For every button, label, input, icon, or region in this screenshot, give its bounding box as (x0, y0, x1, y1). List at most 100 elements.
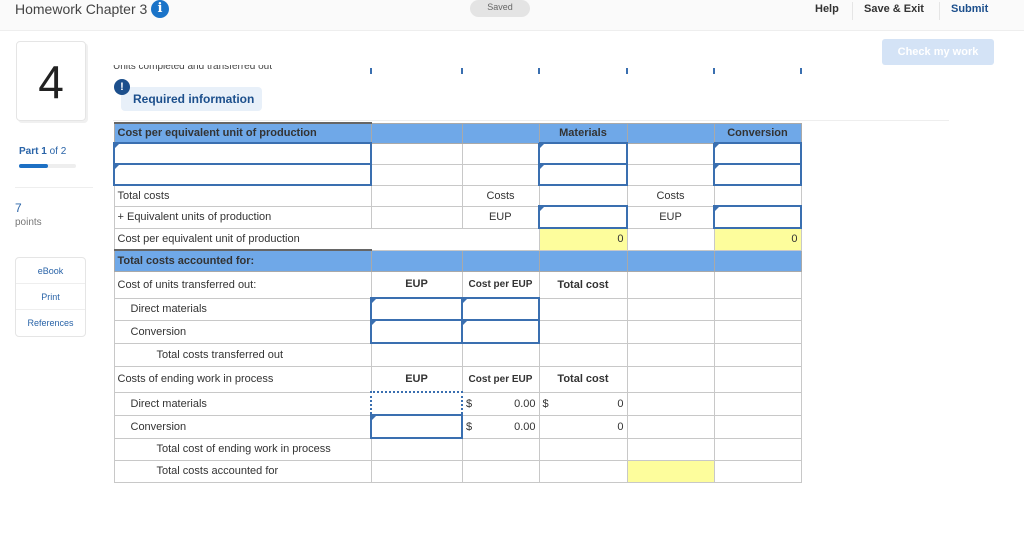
table-cell (713, 437, 802, 461)
table-cell: Cost per equivalent unit of production (113, 227, 540, 251)
table-cell (713, 184, 802, 207)
answer-input[interactable] (713, 142, 802, 165)
table-cell (461, 249, 540, 272)
table-cell (626, 342, 715, 367)
table-cell (713, 365, 802, 393)
table-cell (626, 319, 715, 344)
part-of: of 2 (49, 146, 67, 157)
table-row: + Equivalent units of production EUP EUP (113, 205, 802, 229)
table-cell (370, 122, 463, 144)
resources-menu: eBook Print References (15, 257, 86, 337)
help-button[interactable]: Help (815, 3, 839, 15)
points-label: points (15, 217, 42, 228)
cell-text: Conversion (727, 126, 788, 139)
cell-text: 0 (617, 397, 624, 410)
table-cell (538, 184, 628, 207)
table-row: Total costs transferred out (113, 342, 802, 367)
part-indicator: Part 1 of 2 (19, 146, 66, 157)
table-cell (370, 163, 463, 186)
cell-text: EUP (405, 372, 428, 385)
table-row: Costs of ending work in process EUP Cost p… (113, 365, 802, 393)
table-cell (538, 459, 628, 483)
table-cell: 0 (538, 414, 628, 439)
table-cell: EUP (370, 365, 463, 393)
required-information-button[interactable]: Required information (121, 87, 262, 111)
table-cell: $0 (538, 391, 628, 416)
table-cell (626, 227, 715, 251)
table-cell (626, 270, 715, 299)
table-cell: Total costs accounted for: (113, 249, 372, 272)
table-cell: Total costs (113, 184, 372, 207)
table-header-row: Total costs accounted for: (113, 249, 802, 272)
references-link[interactable]: References (16, 310, 85, 336)
table-cell: EUP (370, 270, 463, 299)
cell-text: EUP (488, 211, 512, 223)
table-row (113, 163, 802, 186)
answer-input[interactable] (370, 319, 463, 344)
table-cell (370, 342, 463, 367)
cell-text: Total cost (557, 373, 609, 385)
table-cell (626, 249, 715, 272)
table-cell: Total costs accounted for (113, 459, 372, 483)
cell-text: Cost of units transferred out: (117, 278, 257, 291)
computed-cell: 0 (538, 227, 628, 251)
currency-symbol: $ (466, 397, 473, 410)
answer-input[interactable] (538, 205, 628, 229)
cell-text: Total costs (117, 189, 170, 202)
table-cell: Direct materials (113, 297, 372, 321)
cell-text: + Equivalent units of production (117, 211, 272, 223)
table-cell: Total cost (538, 365, 628, 393)
submit-button[interactable]: Submit (951, 3, 988, 15)
table-cell (713, 342, 802, 367)
answer-input[interactable] (370, 414, 463, 439)
table-cell (713, 459, 802, 483)
table-cell: Cost per EUP (461, 365, 540, 393)
cell-text: Direct materials (130, 303, 207, 315)
table-cell (461, 122, 540, 144)
cell-text: EUP (659, 211, 682, 223)
table-cell (370, 184, 463, 207)
cell-text: Costs of ending work in process (117, 373, 274, 385)
cell-text: Cost per EUP (468, 373, 533, 385)
saved-status: Saved (470, 0, 530, 17)
cell-text: Direct materials (130, 397, 207, 410)
answer-input[interactable] (538, 142, 628, 165)
cell-text: 0 (617, 420, 624, 433)
alert-icon: ! (114, 79, 130, 95)
answer-input[interactable] (461, 319, 540, 344)
cell-text: Total cost of ending work in process (156, 443, 331, 455)
answer-input[interactable] (461, 297, 540, 321)
cell-text: Total costs accounted for: (117, 254, 255, 267)
computed-cell: 0 (713, 227, 802, 251)
print-link[interactable]: Print (16, 284, 85, 310)
table-cell (370, 142, 463, 165)
table-cell (713, 270, 802, 299)
ebook-link[interactable]: eBook (16, 258, 85, 284)
cell-text: 0 (791, 233, 798, 246)
table-cell: Costs (461, 184, 540, 207)
table-row: Total costs Costs Costs (113, 184, 802, 207)
answer-input[interactable] (370, 297, 463, 321)
cell-text: Total costs accounted for (156, 465, 279, 477)
save-exit-button[interactable]: Save & Exit (864, 3, 924, 15)
info-icon[interactable]: i (151, 0, 169, 18)
answer-input[interactable] (370, 391, 463, 416)
check-my-work-button[interactable]: Check my work (882, 39, 994, 65)
answer-input[interactable] (538, 163, 628, 186)
table-cell (626, 142, 715, 165)
table-cell (713, 319, 802, 344)
cell-text: Conversion (130, 325, 187, 338)
table-cell (461, 163, 540, 186)
cell-text: Costs (486, 189, 515, 202)
answer-input[interactable] (713, 205, 802, 229)
table-cell (370, 437, 463, 461)
assignment-title: Homework Chapter 3 (15, 1, 148, 17)
answer-input[interactable] (713, 163, 802, 186)
table-cell: Costs (626, 184, 715, 207)
table-cell: Total costs transferred out (113, 342, 372, 367)
cell-text: 0.00 (514, 397, 536, 410)
cell-text: Cost per EUP (468, 278, 533, 290)
answer-input[interactable] (113, 163, 372, 186)
table-cell: $0.00 (461, 391, 540, 416)
answer-input[interactable] (113, 142, 372, 165)
